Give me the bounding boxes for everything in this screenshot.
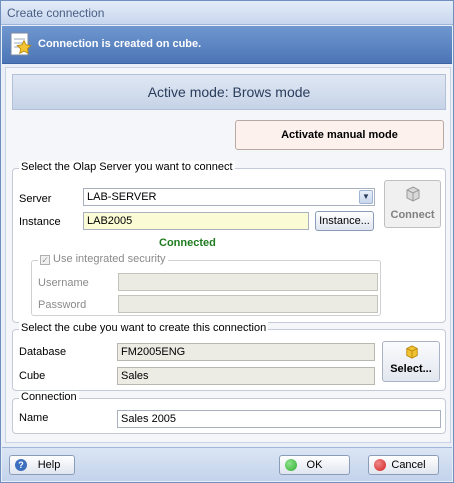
activate-manual-mode-label: Activate manual mode [281, 129, 398, 141]
cube-group-legend: Select the cube you want to create this … [19, 322, 269, 334]
connection-name-value: Sales 2005 [121, 413, 177, 425]
database-field: FM2005ENG [117, 343, 375, 361]
integrated-security-legend: ✓ Use integrated security [38, 253, 168, 265]
help-button-label: Help [37, 459, 61, 471]
connection-name-input[interactable]: Sales 2005 [117, 410, 441, 428]
create-connection-window: Create connection Connection is created … [0, 0, 454, 483]
select-cube-button-label: Select... [390, 363, 432, 375]
server-select[interactable]: LAB-SERVER ▼ [83, 188, 375, 206]
instance-input[interactable]: LAB2005 [83, 212, 309, 230]
banner-message: Connection is created on cube. [38, 38, 202, 50]
mode-header: Active mode: Brows mode [12, 74, 446, 110]
instance-value: LAB2005 [87, 215, 133, 227]
password-label: Password [38, 299, 87, 311]
instance-button[interactable]: Instance... [315, 211, 374, 231]
ok-button[interactable]: OK [279, 455, 350, 475]
connection-status: Connected [159, 237, 216, 249]
help-button[interactable]: ? Help [9, 455, 75, 475]
window-title: Create connection [7, 6, 105, 20]
username-label: Username [38, 277, 89, 289]
instance-label: Instance [19, 216, 61, 228]
document-star-icon [10, 32, 32, 56]
integrated-security-label: Use integrated security [53, 253, 166, 265]
database-value: FM2005ENG [121, 346, 186, 358]
cube-field: Sales [117, 367, 375, 385]
dialog-content: Active mode: Brows mode Activate manual … [5, 67, 451, 443]
connection-group: Connection Name Sales 2005 [12, 391, 446, 434]
connect-button-label: Connect [390, 209, 435, 221]
cube-group: Select the cube you want to create this … [12, 322, 446, 391]
title-bar: Create connection [1, 1, 453, 25]
select-cube-button[interactable]: Select... [382, 341, 440, 382]
info-banner: Connection is created on cube. [2, 26, 452, 64]
cube-icon [406, 345, 418, 359]
instance-button-label: Instance... [319, 215, 370, 227]
server-label: Server [19, 193, 52, 205]
password-input[interactable] [118, 295, 378, 313]
activate-manual-mode-button[interactable]: Activate manual mode [235, 120, 444, 150]
server-group-legend: Select the Olap Server you want to conne… [19, 161, 235, 173]
integrated-security-group: ✓ Use integrated security Username Passwo… [31, 253, 381, 316]
ok-button-label: OK [306, 459, 323, 471]
mode-title: Active mode: Brows mode [147, 84, 311, 100]
database-label: Database [19, 346, 67, 358]
cube-label: Cube [19, 370, 46, 382]
cancel-button[interactable]: Cancel [368, 455, 439, 475]
integrated-security-checkbox[interactable]: ✓ [40, 255, 50, 265]
connection-group-legend: Connection [19, 391, 79, 403]
cube-icon [406, 186, 420, 202]
name-label: Name [19, 412, 49, 424]
dialog-footer: ? Help OK Cancel [2, 447, 452, 481]
server-value: LAB-SERVER [87, 191, 157, 203]
chevron-down-icon[interactable]: ▼ [359, 190, 373, 204]
cube-value: Sales [121, 370, 149, 382]
cancel-button-label: Cancel [391, 459, 426, 471]
server-group: Select the Olap Server you want to conne… [12, 161, 446, 323]
connect-button[interactable]: Connect [384, 180, 441, 228]
username-input[interactable] [118, 273, 378, 291]
